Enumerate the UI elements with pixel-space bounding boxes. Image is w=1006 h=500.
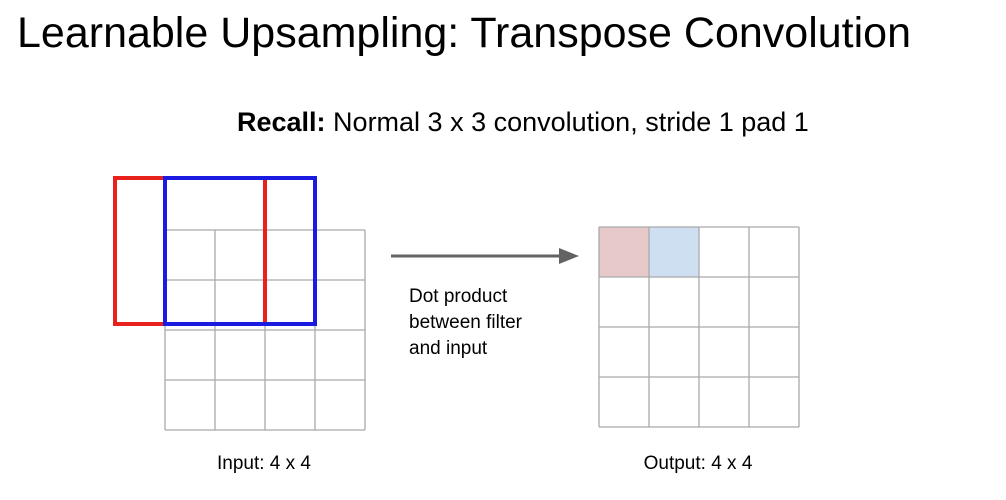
convolution-diagram: Dot product between filter and input Input… [113, 176, 800, 474]
arrow-label-line-3: and input [409, 338, 488, 359]
arrow-label-line-2: between filter [409, 312, 523, 333]
arrow-label: Dot product between filter and input [409, 286, 523, 359]
input-caption: Input: 4 x 4 [217, 453, 311, 474]
red-filter [113, 176, 267, 326]
output-grid-highlight-cell-1 [599, 227, 649, 277]
output-grid-highlight-cell-2 [649, 227, 699, 277]
arrow-head [559, 248, 579, 264]
arrow [391, 248, 579, 264]
output-caption: Output: 4 x 4 [644, 453, 753, 474]
output-grid [598, 226, 800, 428]
arrow-label-line-1: Dot product [409, 286, 508, 307]
blue-filter [163, 176, 317, 326]
